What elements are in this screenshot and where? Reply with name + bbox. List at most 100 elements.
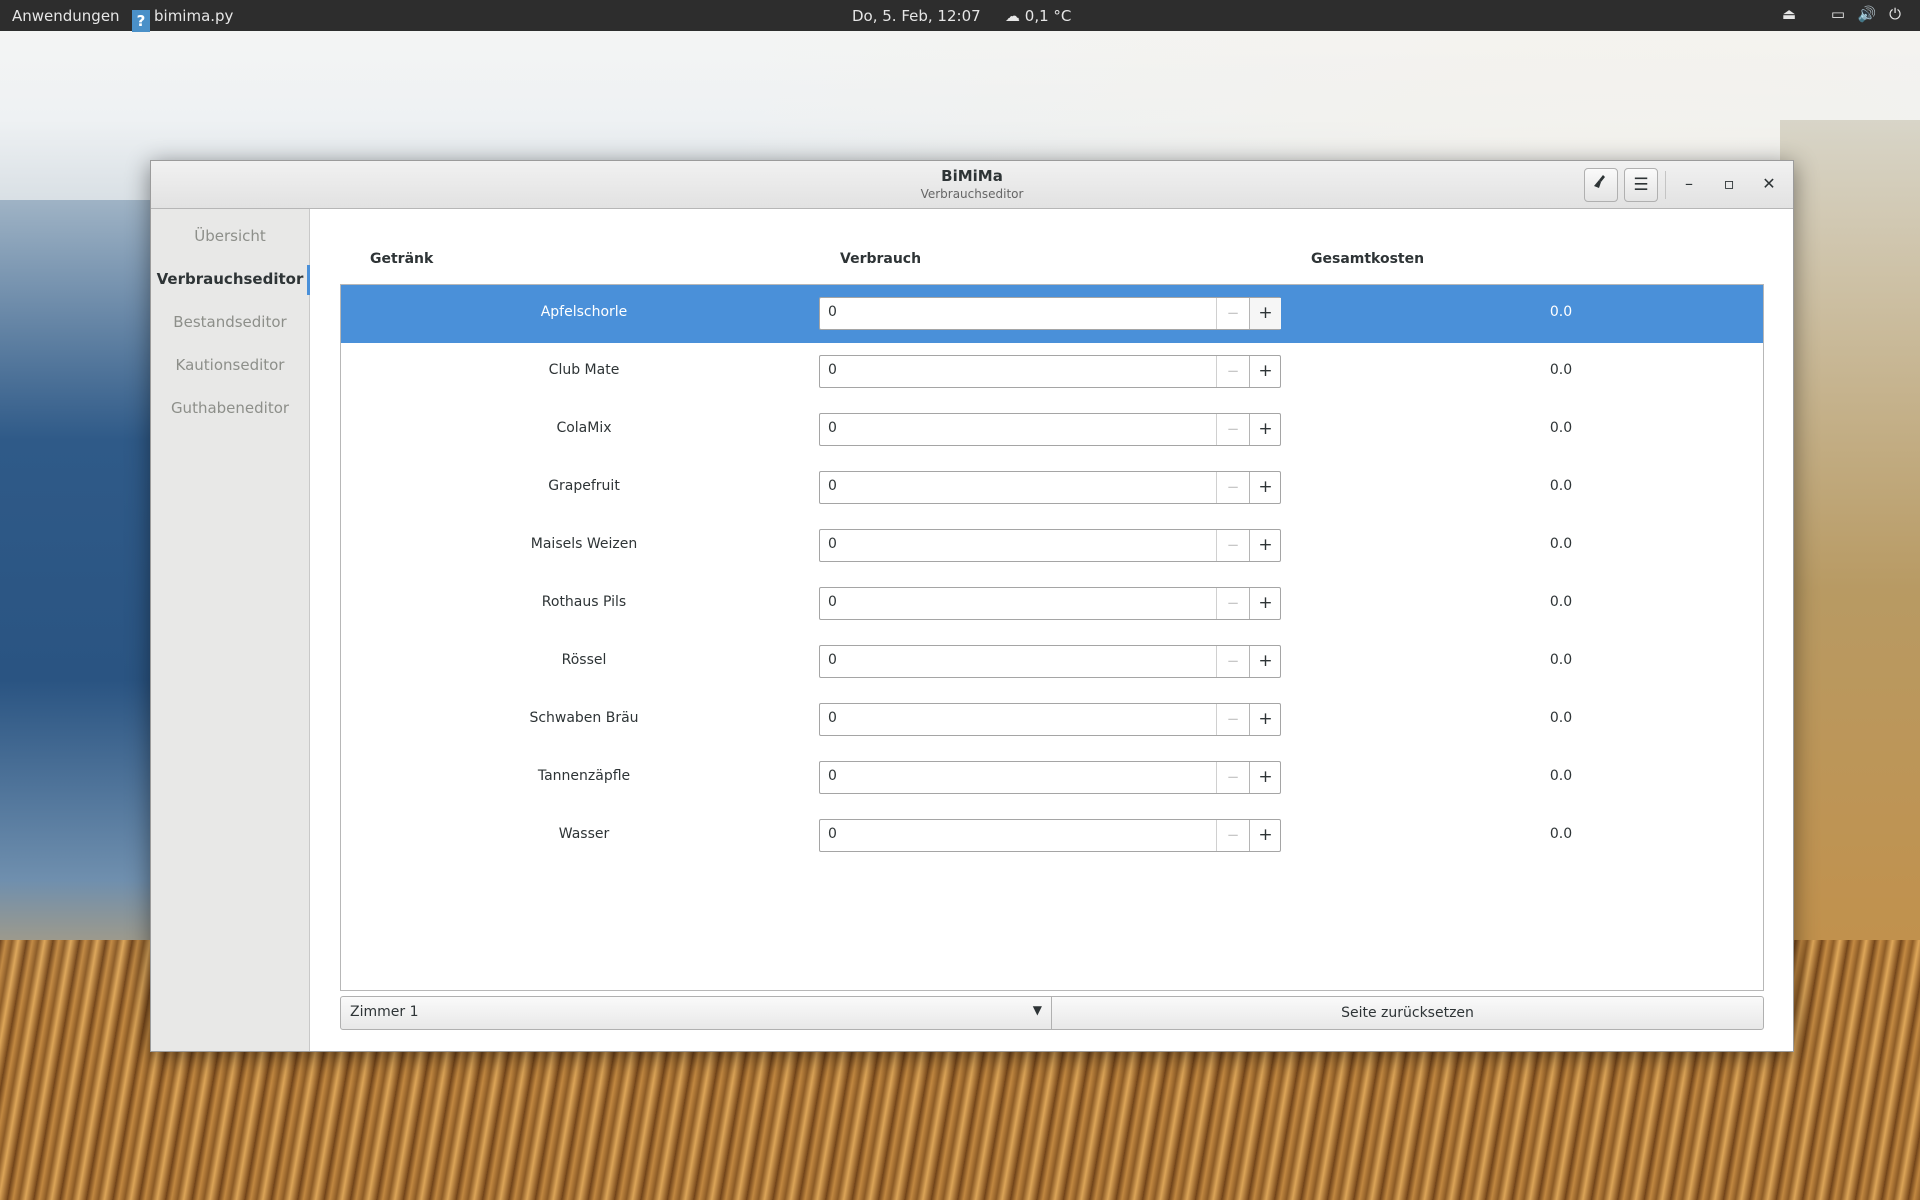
- quantity-stepper[interactable]: 0 − +: [819, 355, 1281, 388]
- quantity-value[interactable]: 0: [828, 536, 837, 552]
- quantity-stepper[interactable]: 0 − +: [819, 761, 1281, 794]
- window-title: BiMiMa: [941, 167, 1003, 185]
- quantity-stepper[interactable]: 0 − +: [819, 413, 1281, 446]
- table-row[interactable]: Schwaben Bräu 0 − + 0.0: [341, 691, 1763, 749]
- table-row[interactable]: Maisels Weizen 0 − + 0.0: [341, 517, 1763, 575]
- drink-name: Rothaus Pils: [541, 594, 627, 610]
- column-header-total: Gesamtkosten: [1311, 251, 1425, 267]
- quantity-value[interactable]: 0: [828, 362, 837, 378]
- minimize-icon: –: [1685, 174, 1693, 193]
- quantity-stepper[interactable]: 0 − +: [819, 297, 1281, 330]
- close-button[interactable]: ✕: [1755, 170, 1783, 198]
- quantity-stepper[interactable]: 0 − +: [819, 587, 1281, 620]
- total-cost: 0.0: [1549, 594, 1573, 610]
- menu-button[interactable]: ☰: [1624, 168, 1658, 202]
- eject-icon[interactable]: ⏏: [1778, 5, 1800, 25]
- volume-icon[interactable]: 🔊: [1856, 5, 1878, 25]
- total-cost: 0.0: [1549, 304, 1573, 320]
- quantity-stepper[interactable]: 0 − +: [819, 471, 1281, 504]
- increment-button[interactable]: +: [1249, 820, 1281, 851]
- maximize-icon: ▫: [1723, 174, 1735, 193]
- total-cost: 0.0: [1549, 478, 1573, 494]
- header-bar[interactable]: BiMiMa Verbrauchseditor ☰ – ▫ ✕: [151, 161, 1793, 209]
- decrement-button[interactable]: −: [1216, 414, 1249, 445]
- room-select-value: Zimmer 1: [350, 1004, 419, 1020]
- weather-indicator[interactable]: ☁ 0,1 °C: [1005, 7, 1071, 25]
- quantity-value[interactable]: 0: [828, 826, 837, 842]
- quantity-value[interactable]: 0: [828, 420, 837, 436]
- drink-name: ColaMix: [556, 420, 612, 436]
- decrement-button[interactable]: −: [1216, 588, 1249, 619]
- table-row[interactable]: Rössel 0 − + 0.0: [341, 633, 1763, 691]
- quantity-value[interactable]: 0: [828, 304, 837, 320]
- total-cost: 0.0: [1549, 536, 1573, 552]
- quantity-value[interactable]: 0: [828, 710, 837, 726]
- increment-button[interactable]: +: [1249, 646, 1281, 677]
- column-header-usage: Verbrauch: [840, 251, 922, 267]
- table-row[interactable]: Apfelschorle 0 − + 0.0: [341, 285, 1763, 343]
- increment-button[interactable]: +: [1249, 530, 1281, 561]
- app-menu-label: bimima.py: [154, 7, 234, 25]
- increment-button[interactable]: +: [1249, 356, 1281, 387]
- increment-button[interactable]: +: [1249, 472, 1281, 503]
- minimize-button[interactable]: –: [1675, 170, 1703, 198]
- table-row[interactable]: Wasser 0 − + 0.0: [341, 807, 1763, 865]
- sidebar-item-uebersicht[interactable]: Übersicht: [151, 216, 309, 256]
- sidebar-item-verbrauchseditor[interactable]: Verbrauchseditor: [151, 259, 310, 299]
- quantity-stepper[interactable]: 0 − +: [819, 819, 1281, 852]
- increment-button[interactable]: +: [1249, 298, 1281, 329]
- weather-temperature: 0,1 °C: [1024, 7, 1072, 25]
- power-icon[interactable]: ⏻: [1884, 5, 1906, 25]
- table-row[interactable]: Club Mate 0 − + 0.0: [341, 343, 1763, 401]
- sidebar-item-guthabeneditor[interactable]: Guthabeneditor: [151, 388, 309, 428]
- app-menu[interactable]: ? bimima.py: [132, 7, 233, 32]
- increment-button[interactable]: +: [1249, 762, 1281, 793]
- quantity-stepper[interactable]: 0 − +: [819, 703, 1281, 736]
- wallpaper-sea: [0, 200, 170, 1000]
- table-row[interactable]: Grapefruit 0 − + 0.0: [341, 459, 1763, 517]
- table-row[interactable]: Rothaus Pils 0 − + 0.0: [341, 575, 1763, 633]
- decrement-button[interactable]: −: [1216, 646, 1249, 677]
- drink-name: Grapefruit: [548, 478, 620, 494]
- drink-name: Club Mate: [548, 362, 620, 378]
- maximize-button[interactable]: ▫: [1715, 170, 1743, 198]
- sidebar-item-kautionseditor[interactable]: Kautionseditor: [151, 345, 309, 385]
- total-cost: 0.0: [1549, 826, 1573, 842]
- total-cost: 0.0: [1549, 362, 1573, 378]
- app-window: BiMiMa Verbrauchseditor ☰ – ▫ ✕ Übersich…: [150, 160, 1794, 1052]
- decrement-button[interactable]: −: [1216, 762, 1249, 793]
- wallpaper-right: [1780, 120, 1920, 1060]
- decrement-button[interactable]: −: [1216, 356, 1249, 387]
- drink-name: Schwaben Bräu: [529, 710, 639, 726]
- decrement-button[interactable]: −: [1216, 704, 1249, 735]
- network-icon[interactable]: ▭: [1827, 5, 1849, 25]
- decrement-button[interactable]: −: [1216, 472, 1249, 503]
- table-row[interactable]: Tannenzäpfle 0 − + 0.0: [341, 749, 1763, 807]
- broom-icon: [1593, 175, 1609, 195]
- activities-button[interactable]: Anwendungen: [12, 7, 120, 25]
- decrement-button[interactable]: −: [1216, 820, 1249, 851]
- clean-button[interactable]: [1584, 168, 1618, 202]
- clock[interactable]: Do, 5. Feb, 12:07: [852, 7, 981, 25]
- decrement-button[interactable]: −: [1216, 298, 1249, 329]
- increment-button[interactable]: +: [1249, 414, 1281, 445]
- quantity-value[interactable]: 0: [828, 594, 837, 610]
- reset-page-button[interactable]: Seite zurücksetzen: [1051, 996, 1764, 1030]
- table-row[interactable]: ColaMix 0 − + 0.0: [341, 401, 1763, 459]
- window-subtitle: Verbrauchseditor: [920, 187, 1024, 201]
- quantity-stepper[interactable]: 0 − +: [819, 529, 1281, 562]
- drink-name: Rössel: [561, 652, 607, 668]
- column-header-drink: Getränk: [370, 251, 434, 267]
- room-select[interactable]: Zimmer 1 ▼: [340, 996, 1053, 1030]
- quantity-value[interactable]: 0: [828, 768, 837, 784]
- increment-button[interactable]: +: [1249, 588, 1281, 619]
- quantity-stepper[interactable]: 0 − +: [819, 645, 1281, 678]
- quantity-value[interactable]: 0: [828, 652, 837, 668]
- decrement-button[interactable]: −: [1216, 530, 1249, 561]
- chevron-down-icon: ▼: [1032, 1003, 1042, 1017]
- app-icon: ?: [132, 10, 150, 32]
- quantity-value[interactable]: 0: [828, 478, 837, 494]
- increment-button[interactable]: +: [1249, 704, 1281, 735]
- sidebar-item-bestandseditor[interactable]: Bestandseditor: [151, 302, 309, 342]
- top-panel: Anwendungen ? bimima.py Do, 5. Feb, 12:07…: [0, 0, 1920, 32]
